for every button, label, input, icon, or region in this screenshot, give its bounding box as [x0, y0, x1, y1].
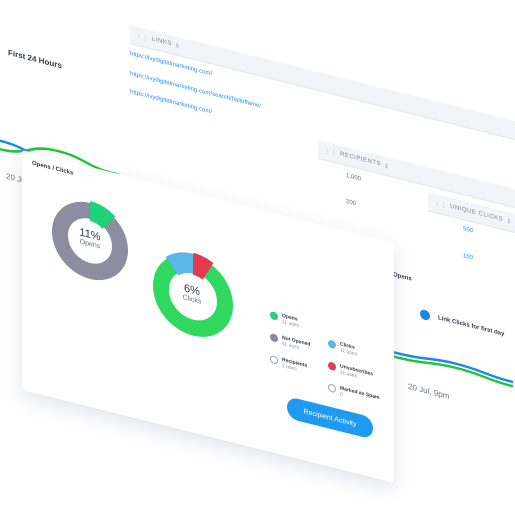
drag-handle-icon[interactable]: ⋮⋮ — [136, 32, 149, 42]
spam-dot-icon — [328, 383, 336, 394]
legend-item-not-opened: Not Opened 11 uses — [270, 332, 310, 354]
sort-icon[interactable]: ⇕ — [175, 42, 181, 50]
recipient-activity-button[interactable]: Recipient Activity — [287, 396, 373, 440]
not-opened-dot-icon — [270, 332, 278, 343]
panel-title: Opens / Clicks — [32, 160, 74, 177]
legend-item-opens: Opens 11 uses — [270, 310, 299, 329]
clicks-swatch-icon — [420, 308, 430, 322]
opens-arc — [89, 200, 116, 230]
recipients-dot-icon — [270, 354, 278, 365]
clicks-dot-icon — [328, 339, 336, 350]
links-header-label: LINKS — [152, 36, 172, 48]
legend-item-recipients: Recipients 1 uses — [270, 354, 307, 375]
opens-dot-icon — [270, 310, 278, 321]
clicks-arc — [165, 252, 194, 276]
legend-item-unsubscribes: Unsubscribes 11 uses — [328, 360, 373, 383]
legend-item-clicks: Clicks 11 uses — [328, 338, 357, 358]
legend-item-spam: Marked as Spam 0 — [328, 382, 379, 407]
unsubscribes-dot-icon — [328, 361, 336, 372]
unsubscribes-arc — [192, 252, 214, 281]
